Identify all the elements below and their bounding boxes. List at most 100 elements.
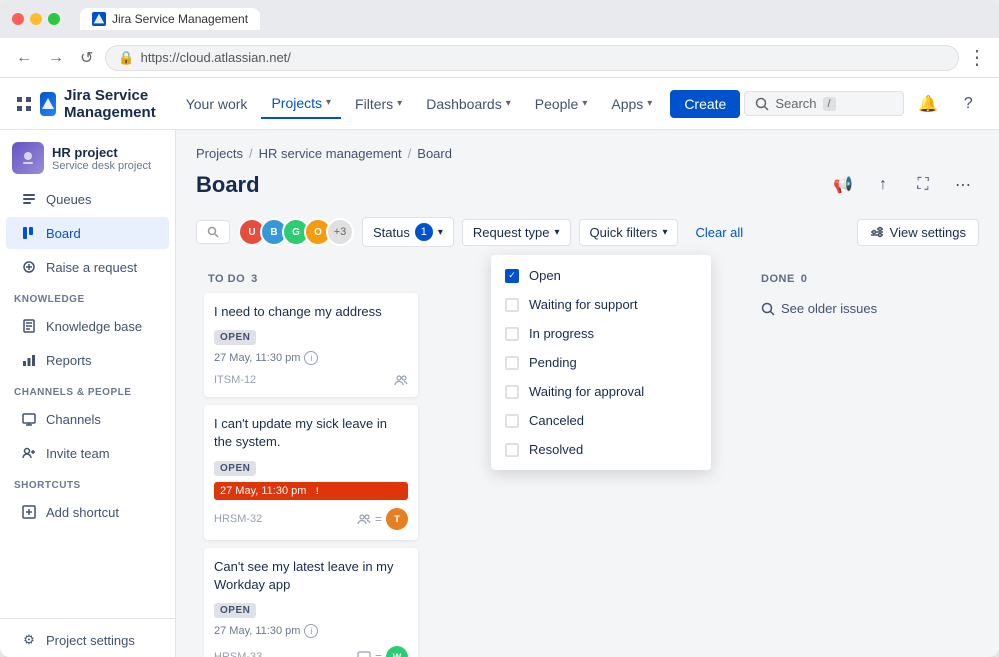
dropdown-label-in-progress: In progress — [529, 326, 594, 341]
dropdown-label-open: Open — [529, 268, 561, 283]
browser-window: Jira Service Management ← → ↺ 🔒 https://… — [0, 0, 999, 657]
search-older-icon — [761, 302, 775, 316]
search-box[interactable]: Search / — [744, 91, 904, 116]
sidebar-item-channels[interactable]: Channels — [6, 403, 169, 435]
browser-titlebar: Jira Service Management — [0, 0, 999, 38]
card-avatar-2: T — [386, 508, 408, 530]
breadcrumb-sep-2: / — [408, 146, 412, 161]
header-actions: 📢 ↑ ⛶ ⋯ — [827, 169, 979, 201]
card-hrsm-33[interactable]: Can't see my latest leave in my Workday … — [204, 548, 418, 657]
view-settings-button[interactable]: View settings — [857, 219, 979, 246]
dropdown-item-pending[interactable]: Pending — [491, 348, 711, 377]
done-label: DONE — [761, 273, 795, 285]
tab-favicon — [92, 12, 106, 26]
reports-icon — [20, 351, 38, 369]
sidebar-item-knowledge-base[interactable]: Knowledge base — [6, 310, 169, 342]
app-logo[interactable]: Jira Service Management — [40, 87, 164, 121]
sidebar-item-invite-team[interactable]: Invite team — [6, 437, 169, 469]
see-older-issues[interactable]: See older issues — [757, 293, 971, 324]
sidebar-item-queues[interactable]: Queues — [6, 183, 169, 215]
filters-menu[interactable]: Filters ▾ — [345, 90, 412, 118]
your-work-menu[interactable]: Your work — [176, 90, 258, 118]
sidebar-item-raise-request[interactable]: Raise a request — [6, 251, 169, 283]
dropdown-label-waiting-approval: Waiting for approval — [529, 384, 644, 399]
dropdown-item-waiting-approval[interactable]: Waiting for approval — [491, 377, 711, 406]
address-bar[interactable]: 🔒 https://cloud.atlassian.net/ — [105, 45, 959, 71]
maximize-dot[interactable] — [48, 13, 60, 25]
channels-icon — [20, 410, 38, 428]
dropdown-checkbox-in-progress[interactable] — [505, 327, 519, 341]
dropdown-checkbox-open[interactable] — [505, 269, 519, 283]
status-dropdown: Open Waiting for support In progress — [491, 255, 711, 470]
dropdown-checkbox-canceled[interactable] — [505, 414, 519, 428]
todo-column: TO DO 3 I need to change my address OPEN… — [196, 263, 426, 657]
people-chevron-icon: ▾ — [582, 98, 587, 109]
forward-button[interactable]: → — [44, 45, 68, 71]
card-title-1: I need to change my address — [214, 303, 408, 321]
dropdown-checkbox-pending[interactable] — [505, 356, 519, 370]
project-header[interactable]: HR project Service desk project — [0, 130, 175, 182]
dropdown-item-open[interactable]: Open — [491, 261, 711, 290]
filters-label: Filters — [355, 96, 393, 112]
create-button[interactable]: Create — [670, 90, 740, 118]
sidebar-item-add-shortcut[interactable]: Add shortcut — [6, 496, 169, 528]
avatar-filter-more[interactable]: +3 — [326, 218, 354, 246]
more-options-button[interactable]: ⋯ — [947, 169, 979, 201]
breadcrumb-project-name[interactable]: HR service management — [259, 146, 402, 161]
page-header: Board 📢 ↑ ⛶ ⋯ — [196, 169, 979, 201]
help-button[interactable]: ? — [952, 88, 984, 120]
dashboards-chevron-icon: ▾ — [506, 98, 511, 109]
projects-menu[interactable]: Projects ▾ — [261, 89, 341, 119]
card-date-1: 27 May, 11:30 pm i — [214, 351, 408, 365]
dropdown-item-resolved[interactable]: Resolved — [491, 435, 711, 464]
request-type-filter-button[interactable]: Request type ▾ — [462, 219, 571, 246]
people-menu[interactable]: People ▾ — [525, 90, 598, 118]
dropdown-checkbox-resolved[interactable] — [505, 443, 519, 457]
dropdown-checkbox-waiting-support[interactable] — [505, 298, 519, 312]
project-name: HR project — [52, 145, 151, 160]
refresh-button[interactable]: ↺ — [76, 44, 97, 72]
card-hrsm-32[interactable]: I can't update my sick leave in the syst… — [204, 405, 418, 539]
fullscreen-button[interactable]: ⛶ — [907, 169, 939, 201]
close-dot[interactable] — [12, 13, 24, 25]
lock-icon: 🔒 — [118, 50, 134, 66]
card-footer-3: HRSM-33 = W — [214, 646, 408, 657]
board-search[interactable] — [196, 220, 230, 244]
sidebar-footer: ⚙ Project settings — [0, 618, 175, 657]
dropdown-item-waiting-support[interactable]: Waiting for support — [491, 290, 711, 319]
status-chevron-icon: ▾ — [438, 227, 443, 238]
projects-chevron-icon: ▾ — [326, 97, 331, 108]
dropdown-checkbox-waiting-approval[interactable] — [505, 385, 519, 399]
breadcrumb-projects[interactable]: Projects — [196, 146, 243, 161]
browser-nav: ← → ↺ 🔒 https://cloud.atlassian.net/ ⋮ — [0, 38, 999, 78]
card-status-2: OPEN — [214, 461, 256, 476]
back-button[interactable]: ← — [12, 45, 36, 71]
announcement-button[interactable]: 📢 — [827, 169, 859, 201]
status-filter-button[interactable]: Status 1 ▾ — [362, 217, 454, 247]
share-button[interactable]: ↑ — [867, 169, 899, 201]
invite-team-icon — [20, 444, 38, 462]
card-id-2: HRSM-32 — [214, 513, 262, 525]
card-icons-2: = T — [357, 508, 408, 530]
sidebar-item-project-settings[interactable]: ⚙ Project settings — [6, 624, 169, 656]
clear-all-button[interactable]: Clear all — [690, 220, 748, 245]
apps-menu[interactable]: Apps ▾ — [601, 90, 662, 118]
settings-button[interactable]: ⚙ — [992, 88, 999, 120]
notifications-button[interactable]: 🔔 — [912, 88, 944, 120]
grid-icon[interactable] — [16, 90, 32, 118]
dashboards-menu[interactable]: Dashboards ▾ — [416, 90, 521, 118]
sidebar-item-reports[interactable]: Reports — [6, 344, 169, 376]
dropdown-label-pending: Pending — [529, 355, 577, 370]
project-settings-icon: ⚙ — [20, 631, 38, 649]
quick-filters-button[interactable]: Quick filters ▾ — [579, 219, 679, 246]
card-itsm-12[interactable]: I need to change my address OPEN 27 May,… — [204, 293, 418, 397]
browser-menu-button[interactable]: ⋮ — [967, 45, 987, 70]
dropdown-item-in-progress[interactable]: In progress — [491, 319, 711, 348]
done-column: DONE 0 See older issues — [749, 263, 979, 334]
minimize-dot[interactable] — [30, 13, 42, 25]
dropdown-item-canceled[interactable]: Canceled — [491, 406, 711, 435]
dropdown-label-waiting-support: Waiting for support — [529, 297, 638, 312]
main-content: Projects / HR service management / Board… — [176, 130, 999, 657]
browser-tab[interactable]: Jira Service Management — [80, 8, 260, 30]
sidebar-item-board[interactable]: Board — [6, 217, 169, 249]
